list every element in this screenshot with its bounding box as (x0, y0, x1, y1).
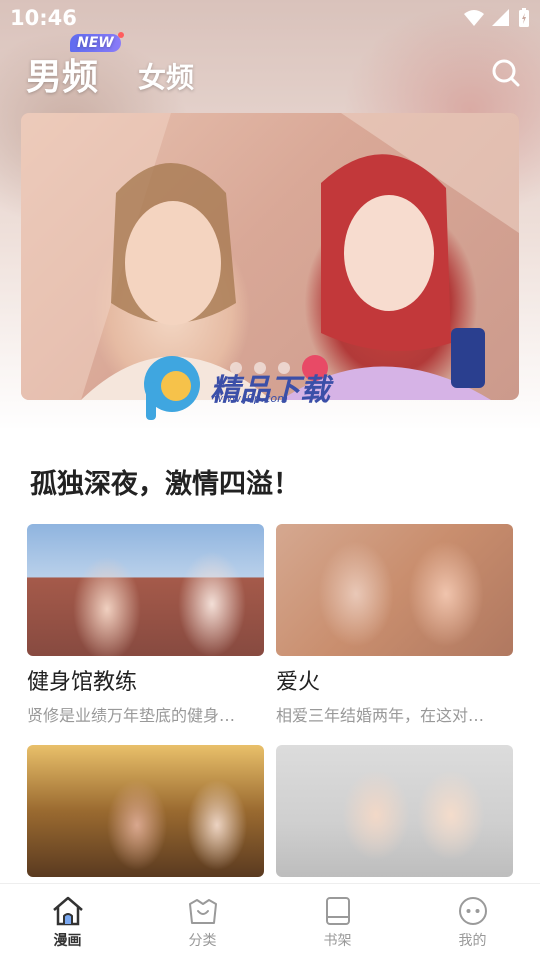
tab-female-label: 女频 (138, 61, 195, 94)
home-icon (52, 896, 83, 926)
tab-female[interactable]: 女频 (138, 56, 194, 100)
watermark: 精品下载 www.j9p.com (140, 352, 330, 422)
status-icons (464, 8, 530, 28)
new-badge: NEW (70, 32, 124, 52)
watermark-logo-icon (144, 356, 200, 420)
nav-item-profile[interactable]: 我的 (405, 884, 540, 961)
status-bar: 10:46 (0, 0, 540, 36)
nav-label: 漫画 (53, 933, 82, 949)
comic-cover (276, 524, 513, 656)
wifi-icon (464, 10, 484, 26)
comic-card[interactable] (276, 745, 513, 885)
comic-description: 相爱三年结婚两年，在这对… (276, 706, 485, 725)
profile-icon (458, 897, 487, 925)
search-icon (492, 59, 520, 87)
comic-cover (276, 745, 513, 877)
watermark-url: www.j9p.com (214, 392, 288, 405)
bookshelf-icon (325, 897, 350, 925)
comic-card[interactable]: 爱火 相爱三年结婚两年，在这对… (276, 524, 513, 726)
section-title: 孤独深夜，激情四溢！ (30, 469, 300, 500)
search-button[interactable] (491, 58, 521, 88)
status-time: 10:46 (10, 6, 77, 30)
comic-cover (27, 524, 264, 656)
nav-item-bookshelf[interactable]: 书架 (270, 884, 405, 961)
battery-icon (519, 8, 529, 27)
nav-item-comics[interactable]: 漫画 (0, 884, 135, 961)
comic-description: 贤修是业绩万年垫底的健身… (27, 706, 236, 725)
signal-icon (492, 9, 509, 26)
nav-label: 我的 (458, 933, 487, 949)
comic-cover (27, 745, 264, 877)
comic-card[interactable]: 健身馆教练 贤修是业绩万年垫底的健身… (27, 524, 264, 726)
comic-card[interactable] (27, 745, 264, 885)
comic-title: 爱火 (276, 670, 321, 695)
tab-male-label: 男频 (26, 57, 99, 98)
channel-tabs: 男频 NEW 女频 (26, 32, 194, 100)
comic-title: 健身馆教练 (27, 670, 138, 695)
category-icon (188, 899, 217, 924)
bottom-navigation: 漫画 分类 书架 我的 (0, 883, 540, 961)
nav-label: 分类 (188, 933, 217, 949)
nav-label: 书架 (323, 933, 352, 949)
nav-item-category[interactable]: 分类 (135, 884, 270, 961)
tab-male[interactable]: 男频 NEW (26, 32, 124, 100)
